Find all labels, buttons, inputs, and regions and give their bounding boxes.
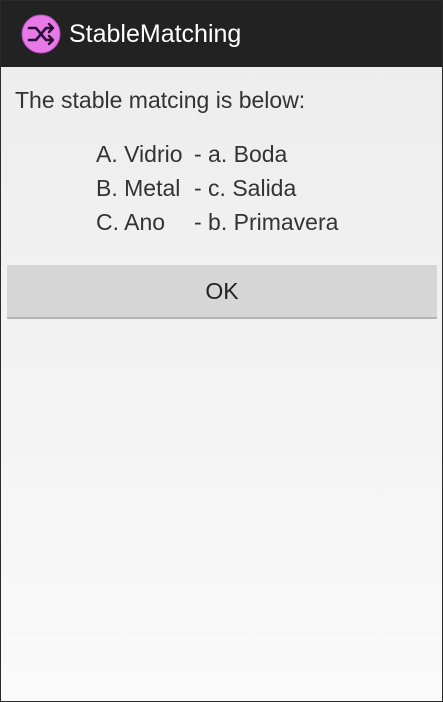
ok-button[interactable]: OK	[7, 265, 437, 319]
match-right: - b. Primavera	[194, 209, 339, 235]
action-bar: StableMatching	[1, 1, 442, 67]
match-left: A. Vidrio	[96, 141, 183, 167]
match-list: A. Vidrio - a. Boda B. Metal - c. Salida C…	[96, 139, 338, 241]
shuffle-icon	[21, 14, 61, 54]
app-title: StableMatching	[69, 20, 242, 48]
match-row: B. Metal - c. Salida	[96, 173, 338, 207]
intro-text: The stable matcing is below:	[15, 87, 306, 113]
app-window: StableMatching The stable matcing is bel…	[0, 0, 443, 702]
match-left: C. Ano	[96, 209, 166, 235]
match-left: B. Metal	[96, 175, 181, 201]
match-row: C. Ano - b. Primavera	[96, 207, 338, 241]
match-right: - a. Boda	[194, 141, 288, 167]
match-right: - c. Salida	[194, 175, 297, 201]
match-row: A. Vidrio - a. Boda	[96, 139, 338, 173]
